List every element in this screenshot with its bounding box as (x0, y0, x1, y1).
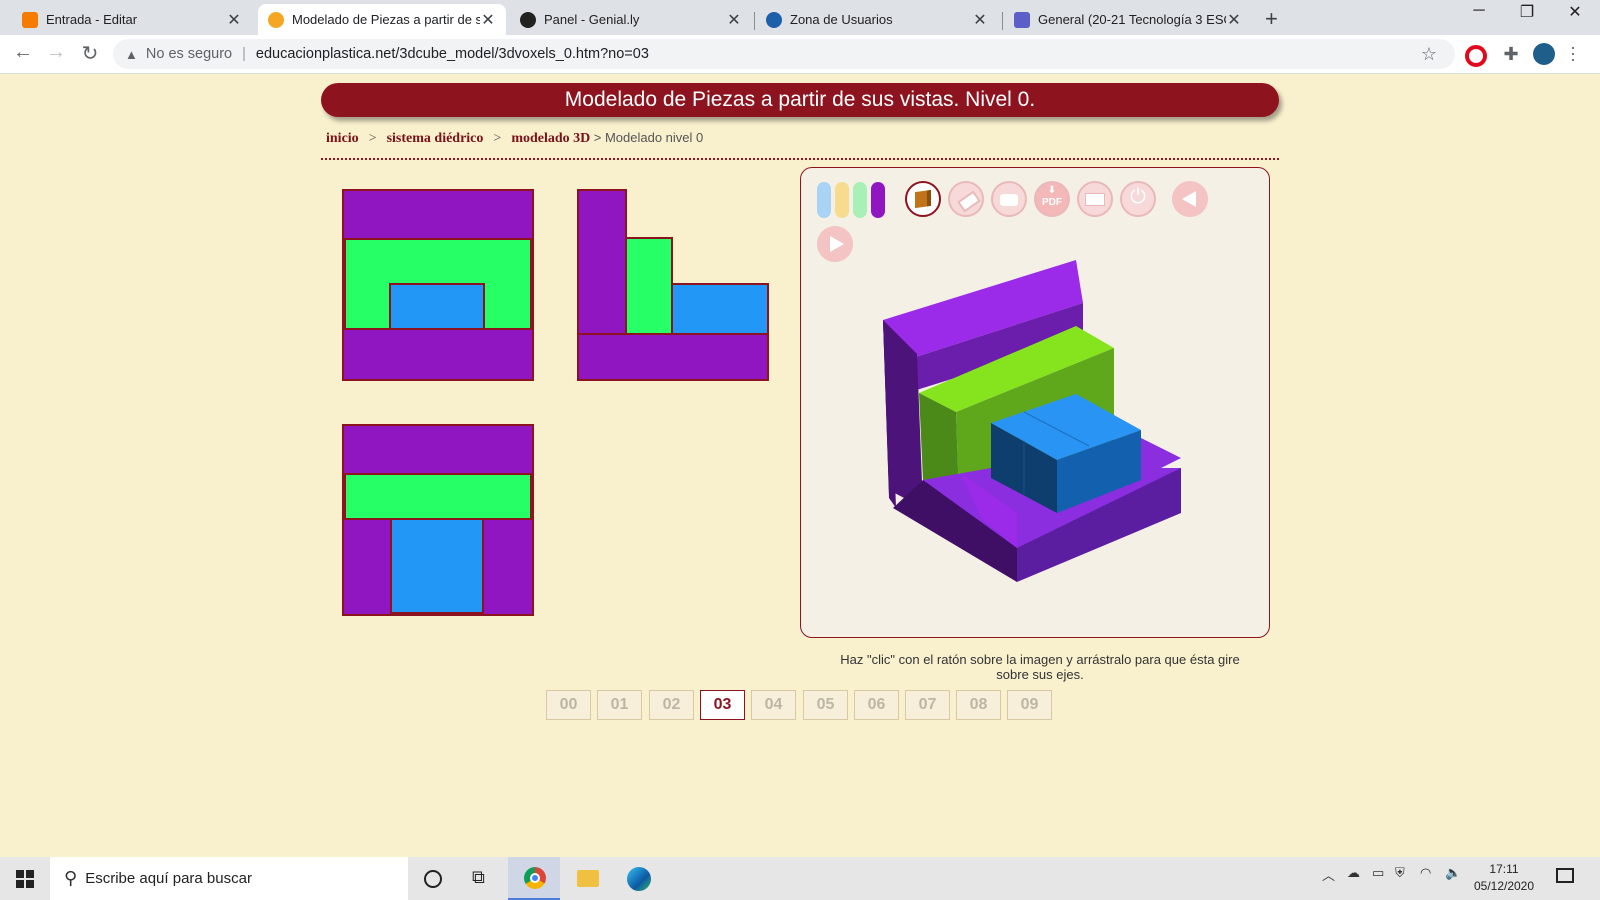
tab-teams[interactable]: General (20-21 Tecnología 3 ESO ✕ (1004, 4, 1252, 35)
security-shield-icon[interactable]: ⛨ (1395, 865, 1405, 881)
warning-icon: ▲ (125, 46, 138, 62)
level-button-09[interactable]: 09 (1007, 690, 1052, 720)
reload-icon[interactable]: ↻ (77, 41, 103, 66)
level-button-01[interactable]: 01 (597, 690, 642, 720)
opera-extension-icon[interactable] (1465, 45, 1487, 67)
restore-icon[interactable]: ❐ (1504, 2, 1550, 22)
blogger-icon (22, 11, 38, 28)
front-view (342, 189, 534, 381)
new-tab-icon[interactable]: + (1265, 6, 1278, 32)
windows-taskbar: ⚲ Escribe aquí para buscar ⧉ ︿ ☁ ▭ ⛨ ◠ 🔈… (0, 857, 1600, 900)
breadcrumb-sistema-diedrico[interactable]: sistema diédrico (387, 131, 484, 146)
level-button-00[interactable]: 00 (546, 690, 591, 720)
tab-zona-usuarios[interactable]: Zona de Usuarios ✕ (756, 4, 998, 35)
level-button-04[interactable]: 04 (751, 690, 796, 720)
battery-icon[interactable]: ▭ (1372, 865, 1384, 881)
user-zone-icon (766, 11, 782, 28)
breadcrumb-separator: > (368, 131, 377, 146)
close-tab-icon[interactable]: ✕ (1226, 10, 1242, 30)
extensions-puzzle-icon[interactable]: ✚ (1500, 43, 1522, 65)
level-button-06[interactable]: 06 (854, 690, 899, 720)
windows-start-icon[interactable] (16, 870, 34, 888)
notifications-icon[interactable] (1556, 868, 1574, 883)
file-explorer-icon[interactable] (577, 870, 599, 887)
clock[interactable]: 17:11 05/12/2020 (1468, 861, 1540, 895)
breadcrumb-inicio[interactable]: inicio (326, 131, 359, 146)
browser-toolbar: ← → ↻ ▲ No es seguro | educacionplastica… (0, 35, 1600, 74)
divider: | (242, 46, 246, 62)
side-view-green-region (625, 237, 673, 335)
chrome-taskbar-icon[interactable] (508, 857, 560, 900)
front-view-blue-region (389, 283, 485, 330)
side-view-blue-region (671, 283, 769, 335)
divider (321, 158, 1279, 160)
task-view-icon[interactable]: ⧉ (472, 867, 485, 888)
breadcrumb-modelado-3d[interactable]: modelado 3D (511, 131, 590, 146)
level-button-02[interactable]: 02 (649, 690, 694, 720)
breadcrumb-separator: > (493, 131, 502, 146)
menu-kebab-icon[interactable]: · · · (1570, 38, 1576, 68)
tab-divider (754, 12, 755, 30)
tab-modelado[interactable]: Modelado de Piezas a partir de s ✕ (258, 4, 506, 35)
top-view (342, 424, 534, 616)
volume-icon[interactable]: 🔈 (1445, 865, 1461, 881)
security-status[interactable]: No es seguro (146, 46, 232, 62)
close-tab-icon[interactable]: ✕ (726, 10, 742, 30)
model-3d-panel[interactable]: ⬇ PDF ⏻ (800, 167, 1270, 638)
page-content: Modelado de Piezas a partir de sus vista… (0, 74, 1600, 857)
url-text[interactable]: educacionplastica.net/3dcube_model/3dvox… (256, 46, 649, 62)
level-button-07[interactable]: 07 (905, 690, 950, 720)
avatar[interactable] (1533, 43, 1555, 65)
tab-bar: Entrada - Editar ✕ Modelado de Piezas a … (0, 0, 1600, 35)
cortana-icon[interactable] (424, 870, 442, 888)
breadcrumb: inicio > sistema diédrico > modelado 3D > Mo… (326, 130, 703, 147)
close-tab-icon[interactable]: ✕ (972, 10, 988, 30)
tab-entrada[interactable]: Entrada - Editar ✕ (12, 4, 252, 35)
clock-date: 05/12/2020 (1473, 879, 1535, 893)
close-tab-icon[interactable]: ✕ (226, 10, 242, 30)
search-icon: ⚲ (64, 868, 78, 888)
wifi-icon[interactable]: ◠ (1420, 865, 1431, 881)
teams-icon (1014, 11, 1030, 28)
genially-icon (520, 11, 536, 28)
voxel-model-3d[interactable] (801, 168, 1271, 639)
clock-time: 17:11 (1489, 862, 1519, 876)
level-button-08[interactable]: 08 (956, 690, 1001, 720)
search-placeholder: Escribe aquí para buscar (85, 870, 252, 887)
tab-genially[interactable]: Panel - Genial.ly ✕ (510, 4, 752, 35)
level-button-03[interactable]: 03 (700, 690, 745, 720)
side-view (577, 189, 769, 381)
tray-chevron-icon[interactable]: ︿ (1322, 865, 1335, 884)
back-icon[interactable]: ← (10, 41, 36, 64)
close-window-icon[interactable]: ✕ (1552, 2, 1598, 22)
page-title: Modelado de Piezas a partir de sus vista… (321, 83, 1279, 117)
minimize-icon[interactable]: ─ (1456, 2, 1502, 20)
tab-divider (1002, 12, 1003, 30)
level-button-05[interactable]: 05 (803, 690, 848, 720)
top-view-blue-region (390, 518, 484, 614)
forward-icon[interactable]: → (43, 41, 69, 64)
site-icon (268, 11, 284, 28)
edge-icon[interactable] (627, 867, 651, 891)
top-view-green-region (344, 473, 532, 520)
rotate-hint: Haz "clic" con el ratón sobre la imagen … (840, 652, 1240, 682)
onedrive-icon[interactable]: ☁ (1347, 865, 1360, 881)
side-view-purple-base (577, 333, 769, 381)
taskbar-search[interactable]: ⚲ Escribe aquí para buscar (50, 857, 408, 900)
bookmark-star-icon[interactable]: ☆ (1421, 44, 1437, 65)
address-bar[interactable]: ▲ No es seguro | educacionplastica.net/3… (113, 39, 1455, 69)
breadcrumb-current: > Modelado nivel 0 (593, 130, 704, 145)
close-tab-icon[interactable]: ✕ (480, 10, 496, 30)
